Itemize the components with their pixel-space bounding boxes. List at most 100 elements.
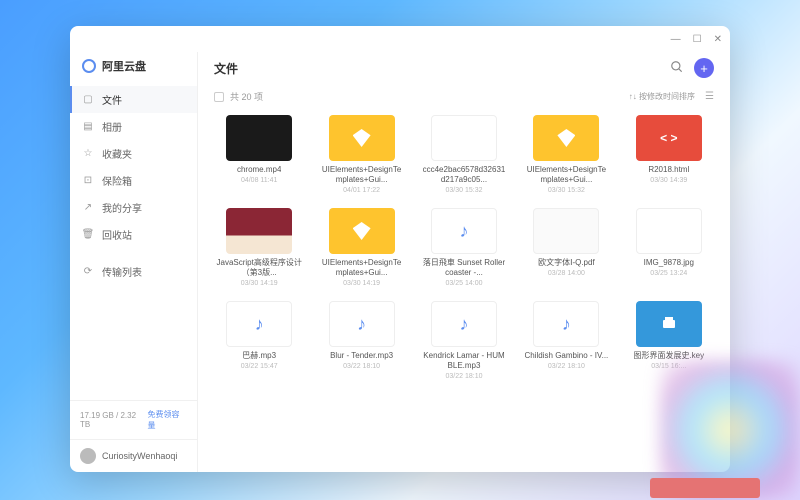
user-row[interactable]: CuriosityWenhaoqi (70, 439, 197, 472)
sidebar-item-star[interactable]: ☆ 收藏夹 (70, 140, 197, 167)
avatar (80, 448, 96, 464)
file-thumbnail (636, 208, 702, 254)
share-icon: ↗ (82, 202, 94, 214)
file-thumbnail (533, 208, 599, 254)
sidebar-item-lock[interactable]: ⊡ 保险箱 (70, 167, 197, 194)
file-item[interactable]: UIElements+DesignTemplates+Gui...03/30 1… (517, 111, 615, 198)
file-thumbnail (431, 301, 497, 347)
file-item[interactable]: ccc4e2bac6578d32631d217a9c05... 03/30 15:… (415, 111, 513, 198)
file-thumbnail (329, 115, 395, 161)
file-date: 03/22 18:10 (548, 363, 585, 370)
minimize-button[interactable]: — (671, 34, 681, 45)
file-name: 落日飛車 Sunset Rollercoaster -... (421, 258, 507, 278)
sort-button[interactable]: ↑↓ 按修改时间排序 (629, 91, 695, 102)
sidebar-item-share[interactable]: ↗ 我的分享 (70, 194, 197, 221)
storage: 17.19 GB / 2.32 TB 免费领容量 (70, 400, 197, 439)
sidebar-item-label: 回收站 (102, 227, 132, 242)
storage-link[interactable]: 免费领容量 (148, 409, 188, 431)
file-date: 03/25 13:24 (650, 270, 687, 277)
file-date: 03/28 14:00 (548, 270, 585, 277)
file-grid-scroll[interactable]: chrome.mp404/08 11:41UIElements+DesignTe… (198, 111, 730, 472)
file-name: Blur - Tender.mp3 (330, 351, 393, 361)
sidebar-item-trash[interactable]: 🗑 回收站 (70, 221, 197, 248)
file-thumbnail: < > (636, 115, 702, 161)
header-actions: + (670, 58, 714, 78)
sidebar-item-transfer[interactable]: ⟳传输列表 (70, 258, 197, 285)
file-date: 03/30 14:39 (650, 177, 687, 184)
file-item[interactable]: 巴赫.mp3 03/22 15:47 (210, 297, 308, 384)
maximize-button[interactable]: ☐ (693, 34, 702, 45)
file-item[interactable]: Blur - Tender.mp303/22 18:10 (312, 297, 410, 384)
search-icon[interactable] (670, 60, 684, 77)
view-toggle-icon[interactable]: ☰ (705, 91, 714, 102)
file-name: Childish Gambino - IV... (525, 351, 609, 361)
file-date: 03/22 15:47 (241, 363, 278, 370)
file-item[interactable]: < > R2018.html 03/30 14:39 (620, 111, 718, 198)
file-thumbnail (329, 208, 395, 254)
file-item[interactable]: UIElements+DesignTemplates+Gui... 04/01 1… (312, 111, 410, 198)
file-date: 03/30 15:32 (446, 187, 483, 194)
file-name: UIElements+DesignTemplates+Gui... (319, 165, 405, 185)
toolbar-left: 共 20 项 (214, 90, 263, 103)
file-thumbnail (431, 115, 497, 161)
file-date: 03/30 14:19 (241, 280, 278, 287)
page-title: 文件 (214, 60, 238, 77)
file-date: 04/01 17:22 (343, 187, 380, 194)
file-thumbnail (533, 115, 599, 161)
add-button[interactable]: + (694, 58, 714, 78)
file-date: 03/25 14:00 (446, 280, 483, 287)
file-item[interactable]: chrome.mp404/08 11:41 (210, 111, 308, 198)
file-item[interactable]: 欧文字体Ⅰ-Q.pdf 03/28 14:00 (517, 204, 615, 291)
file-name: UIElements+DesignTemplates+Gui... (319, 258, 405, 278)
trash-icon: 🗑 (82, 229, 94, 241)
file-item[interactable]: 图形界面发展史.key 03/15 16:... (620, 297, 718, 384)
file-thumbnail (431, 208, 497, 254)
close-button[interactable]: ✕ (714, 34, 722, 45)
file-name: 巴赫.mp3 (242, 351, 276, 361)
file-item[interactable]: IMG_9878.jpg 03/25 13:24 (620, 204, 718, 291)
file-name: UIElements+DesignTemplates+Gui... (523, 165, 609, 185)
sidebar-item-label: 收藏夹 (102, 146, 132, 161)
sidebar-item-file[interactable]: ▢ 文件 (70, 86, 197, 113)
file-thumbnail (533, 301, 599, 347)
sidebar-item-label: 我的分享 (102, 200, 142, 215)
file-item[interactable]: JavaScript高级程序设计（第3版...03/30 14:19 (210, 204, 308, 291)
sidebar-item-label: 传输列表 (102, 264, 142, 279)
file-item[interactable]: UIElements+DesignTemplates+Gui... 03/30 1… (312, 204, 410, 291)
brand: 阿里云盘 (70, 52, 197, 86)
bottom-bar (650, 478, 760, 498)
nav: ▢ 文件 ▤ 相册 ☆ 收藏夹 ⊡ 保险箱 ↗ 我的分享 🗑 回收站 ⟳传输列表 (70, 86, 197, 400)
file-date: 03/30 14:19 (343, 280, 380, 287)
file-item[interactable]: 落日飛車 Sunset Rollercoaster -... 03/25 14:0… (415, 204, 513, 291)
lock-icon: ⊡ (82, 175, 94, 187)
brand-icon (82, 59, 96, 73)
toolbar-right: ↑↓ 按修改时间排序 ☰ (629, 91, 714, 102)
star-icon: ☆ (82, 148, 94, 160)
file-item[interactable]: Kendrick Lamar - HUMBLE.mp3 03/22 18:10 (415, 297, 513, 384)
file-date: 04/08 11:41 (241, 177, 277, 184)
file-name: ccc4e2bac6578d32631d217a9c05... (421, 165, 507, 185)
sidebar-item-album[interactable]: ▤ 相册 (70, 113, 197, 140)
file-icon: ▢ (82, 94, 94, 106)
file-date: 03/22 18:10 (446, 373, 483, 380)
file-date: 03/15 16:... (651, 363, 686, 370)
album-icon: ▤ (82, 121, 94, 133)
storage-text: 17.19 GB / 2.32 TB (80, 411, 148, 429)
brand-title: 阿里云盘 (102, 58, 146, 74)
sidebar-item-label: 保险箱 (102, 173, 132, 188)
sidebar-item-label: 文件 (102, 92, 122, 107)
file-grid: chrome.mp404/08 11:41UIElements+DesignTe… (210, 111, 718, 384)
file-name: 欧文字体Ⅰ-Q.pdf (538, 258, 595, 268)
username: CuriosityWenhaoqi (102, 451, 177, 461)
select-all-checkbox[interactable] (214, 92, 224, 102)
main: 文件 + 共 20 项 ↑↓ 按修改时间排序 ☰ (198, 52, 730, 472)
file-name: Kendrick Lamar - HUMBLE.mp3 (421, 351, 507, 371)
file-thumbnail (226, 301, 292, 347)
file-item[interactable]: Childish Gambino - IV... 03/22 18:10 (517, 297, 615, 384)
file-name: R2018.html (648, 165, 689, 175)
item-count: 共 20 项 (230, 90, 263, 103)
file-thumbnail (226, 115, 292, 161)
file-name: IMG_9878.jpg (644, 258, 694, 268)
file-name: 图形界面发展史.key (633, 351, 704, 361)
sidebar-item-label: 相册 (102, 119, 122, 134)
